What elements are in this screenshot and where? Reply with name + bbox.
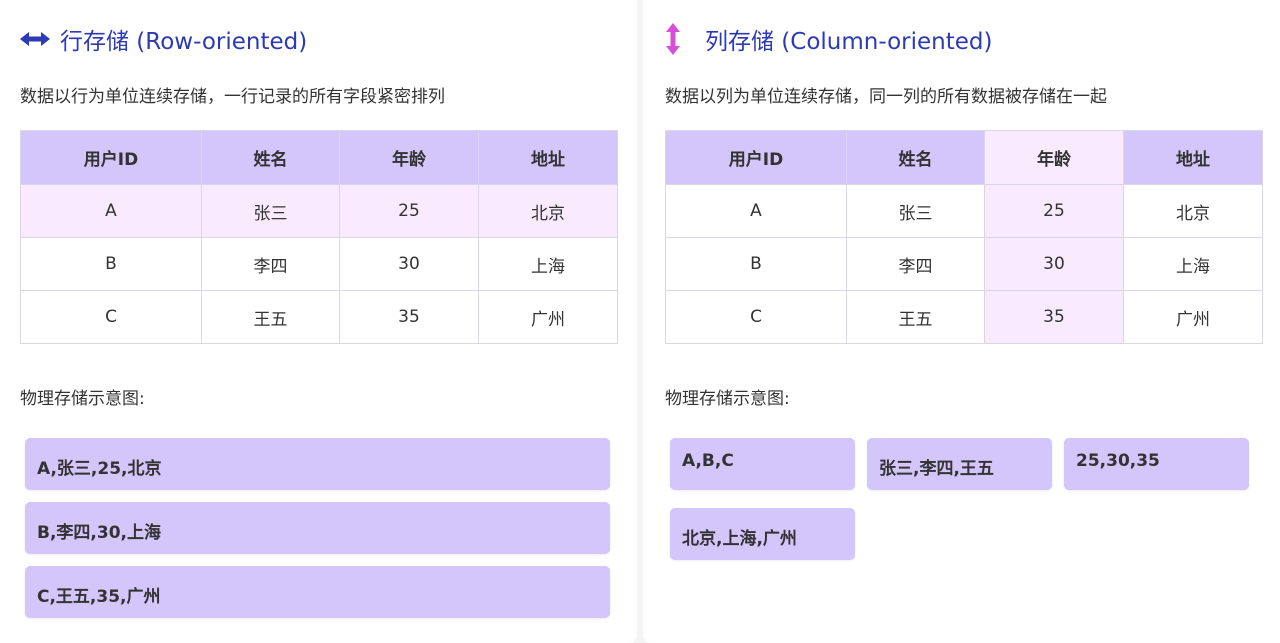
table-cell: 王五 (846, 290, 985, 344)
table-cell: C (665, 290, 847, 344)
table-cell: 张三 (846, 184, 985, 238)
table-cell: 王五 (201, 290, 340, 344)
table-cell: A (665, 184, 847, 238)
column-storage-table: 用户ID 姓名 年龄 地址 A 张三 25 北京 B 李四 30 上海 C 王五… (665, 130, 1263, 344)
left-right-arrow-icon (20, 22, 50, 56)
column-physical-storage-label: 物理存储示意图: (665, 389, 790, 409)
header-address: 地址 (1123, 130, 1263, 185)
column-storage-title: 列存储 (Column-oriented) (665, 22, 992, 56)
table-cell-highlighted: 35 (984, 290, 1124, 344)
table-cell: 北京 (1123, 184, 1263, 238)
table-cell: 广州 (1123, 290, 1263, 344)
table-row-highlighted: A 张三 25 北京 (20, 184, 618, 238)
table-cell: 李四 (201, 237, 340, 291)
table-header-row: 用户ID 姓名 年龄 地址 (665, 130, 1263, 185)
row-storage-title-text: 行存储 (Row-oriented) (60, 29, 308, 55)
header-age-highlighted: 年龄 (984, 130, 1124, 185)
column-storage-panel: 列存储 (Column-oriented) 数据以列为单位连续存储，同一列的所有… (643, 0, 1280, 643)
table-row: C 王五 35 广州 (20, 290, 618, 344)
table-cell: A (20, 184, 202, 238)
header-user-id: 用户ID (665, 130, 847, 185)
table-row: C 王五 35 广州 (665, 290, 1263, 344)
table-cell: 李四 (846, 237, 985, 291)
header-name: 姓名 (201, 130, 340, 185)
column-storage-title-text: 列存储 (Column-oriented) (705, 29, 993, 55)
row-storage-block: A,张三,25,北京 (25, 438, 610, 490)
table-cell: C (20, 290, 202, 344)
table-cell: 上海 (478, 237, 618, 291)
row-storage-table: 用户ID 姓名 年龄 地址 A 张三 25 北京 B 李四 30 上海 C 王五… (20, 130, 618, 344)
row-storage-panel: 行存储 (Row-oriented) 数据以行为单位连续存储，一行记录的所有字段… (0, 0, 637, 643)
row-storage-description: 数据以行为单位连续存储，一行记录的所有字段紧密排列 (20, 87, 445, 107)
table-row: B 李四 30 上海 (20, 237, 618, 291)
table-header-row: 用户ID 姓名 年龄 地址 (20, 130, 618, 185)
table-cell: 35 (339, 290, 479, 344)
table-cell-highlighted: 25 (984, 184, 1124, 238)
table-cell: 上海 (1123, 237, 1263, 291)
row-physical-storage-label: 物理存储示意图: (20, 389, 145, 409)
row-storage-title: 行存储 (Row-oriented) (20, 22, 307, 56)
header-user-id: 用户ID (20, 130, 202, 185)
table-row: A 张三 25 北京 (665, 184, 1263, 238)
column-storage-block: 张三,李四,王五 (867, 438, 1052, 490)
column-storage-block: A,B,C (670, 438, 855, 490)
header-name: 姓名 (846, 130, 985, 185)
header-age: 年龄 (339, 130, 479, 185)
up-down-arrow-icon (665, 22, 695, 56)
table-row: B 李四 30 上海 (665, 237, 1263, 291)
page: 行存储 (Row-oriented) 数据以行为单位连续存储，一行记录的所有字段… (0, 0, 1280, 643)
header-address: 地址 (478, 130, 618, 185)
table-cell: 广州 (478, 290, 618, 344)
column-storage-block: 北京,上海,广州 (670, 508, 855, 560)
row-storage-block: C,王五,35,广州 (25, 566, 610, 618)
table-cell: 张三 (201, 184, 340, 238)
table-cell: 25 (339, 184, 479, 238)
column-storage-block: 25,30,35 (1064, 438, 1249, 490)
table-cell: B (20, 237, 202, 291)
table-cell-highlighted: 30 (984, 237, 1124, 291)
table-cell: 30 (339, 237, 479, 291)
table-cell: 北京 (478, 184, 618, 238)
row-storage-block: B,李四,30,上海 (25, 502, 610, 554)
column-storage-description: 数据以列为单位连续存储，同一列的所有数据被存储在一起 (665, 87, 1107, 107)
table-cell: B (665, 237, 847, 291)
